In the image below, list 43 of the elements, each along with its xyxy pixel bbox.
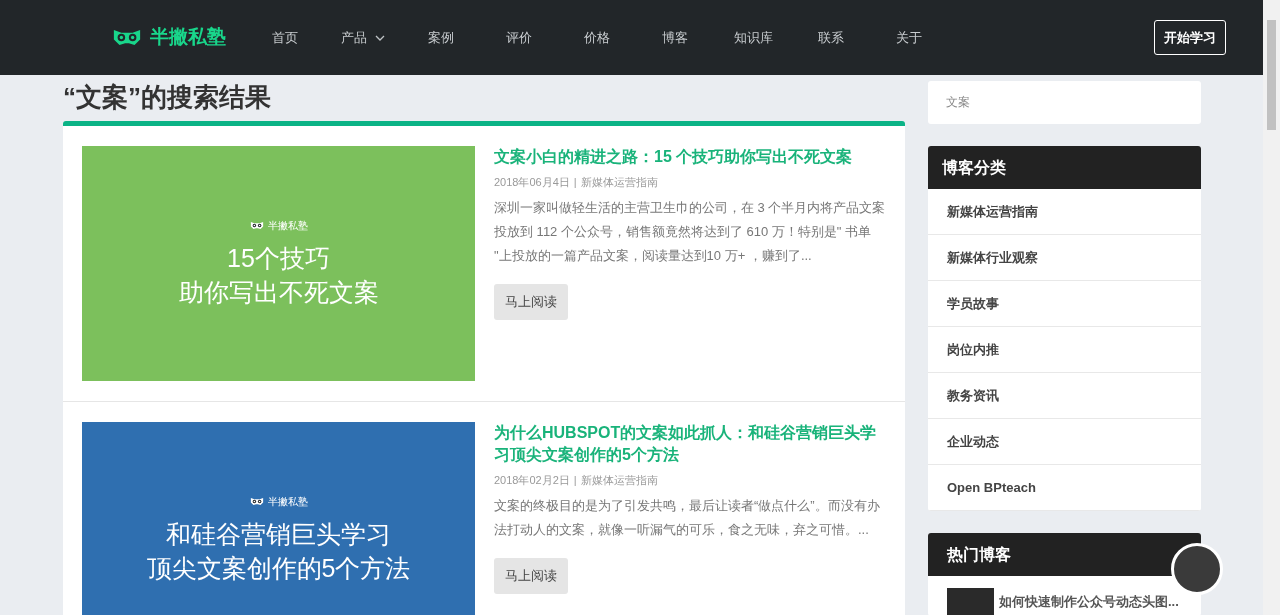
category-item[interactable]: 岗位内推 [928, 327, 1201, 373]
nav-link[interactable]: 价格 [558, 27, 636, 48]
nav-link[interactable]: 评价 [480, 27, 558, 48]
category-item[interactable]: 教务资讯 [928, 373, 1201, 419]
category-item[interactable]: 新媒体行业观察 [928, 235, 1201, 281]
nav-link[interactable]: 联系 [792, 27, 870, 48]
read-button[interactable]: 马上阅读 [494, 557, 568, 594]
thumbnail-image [947, 588, 994, 615]
start-learning-button[interactable]: 开始学习 [1154, 20, 1226, 55]
panel-title: 博客分类 [928, 146, 1201, 189]
page-title: “文案”的搜索结果 [63, 81, 272, 114]
separator: | [573, 175, 577, 190]
scrollbar[interactable] [1263, 0, 1280, 615]
category-item[interactable]: 新媒体运营指南 [928, 189, 1201, 235]
nav-link[interactable]: 博客 [636, 27, 714, 48]
nav-link[interactable]: 首页 [246, 27, 324, 48]
category-item[interactable]: Open BPteach [928, 465, 1201, 511]
nav-link[interactable]: 产品 [324, 27, 402, 48]
search-field[interactable]: 文案 [928, 81, 1201, 124]
owl-logo-icon [249, 497, 264, 506]
nav-link[interactable]: 关于 [870, 27, 948, 48]
banner-text: 顶尖文案创作的5个方法 [146, 553, 411, 584]
banner-text: 和硅谷营销巨头学习 [166, 519, 391, 550]
banner-text: 助你写出不死文案 [178, 277, 379, 308]
panel-title: 热门博客 [928, 533, 1201, 576]
article-date: 2018年02月2日 [494, 473, 570, 488]
article-excerpt: 文案的终极目的是为了引发共鸣，最后让读者“做点什么”。而没有办法打动人的文案，就像一听漏气的可乐，食之无味，弃之可惜。... [494, 496, 881, 539]
logo-text: 半撇私塾 [150, 25, 226, 50]
owl-logo-icon [249, 221, 264, 230]
owl-logo-icon [112, 28, 142, 47]
separator: | [573, 473, 577, 488]
nav-link[interactable]: 知识库 [714, 27, 792, 48]
hot-post-link[interactable]: 如何快速制作公众号动态头图... [999, 592, 1179, 612]
category-item[interactable]: 企业动态 [928, 419, 1201, 465]
banner-brand: 半撇私塾 [267, 219, 308, 233]
article-excerpt: 深圳一家叫做轻生活的主营卫生巾的公司，在 3 个半月内将产品文案投放到 112 个公众号，销售额竟然将达到了 610 万！特别是" 书单 "上投放的一篇产品文案，阅读量达到10 万+ ，赚到了... [494, 198, 886, 265]
nav-link[interactable]: 案例 [402, 27, 480, 48]
read-button[interactable]: 马上阅读 [494, 283, 568, 320]
category-item[interactable]: 学员故事 [928, 281, 1201, 327]
banner-brand: 半撇私塾 [267, 495, 308, 509]
article-date: 2018年06月4日 [494, 175, 570, 190]
site-logo[interactable]: 半撇私塾 [112, 23, 226, 52]
banner-text: 15个技巧 [227, 243, 330, 274]
